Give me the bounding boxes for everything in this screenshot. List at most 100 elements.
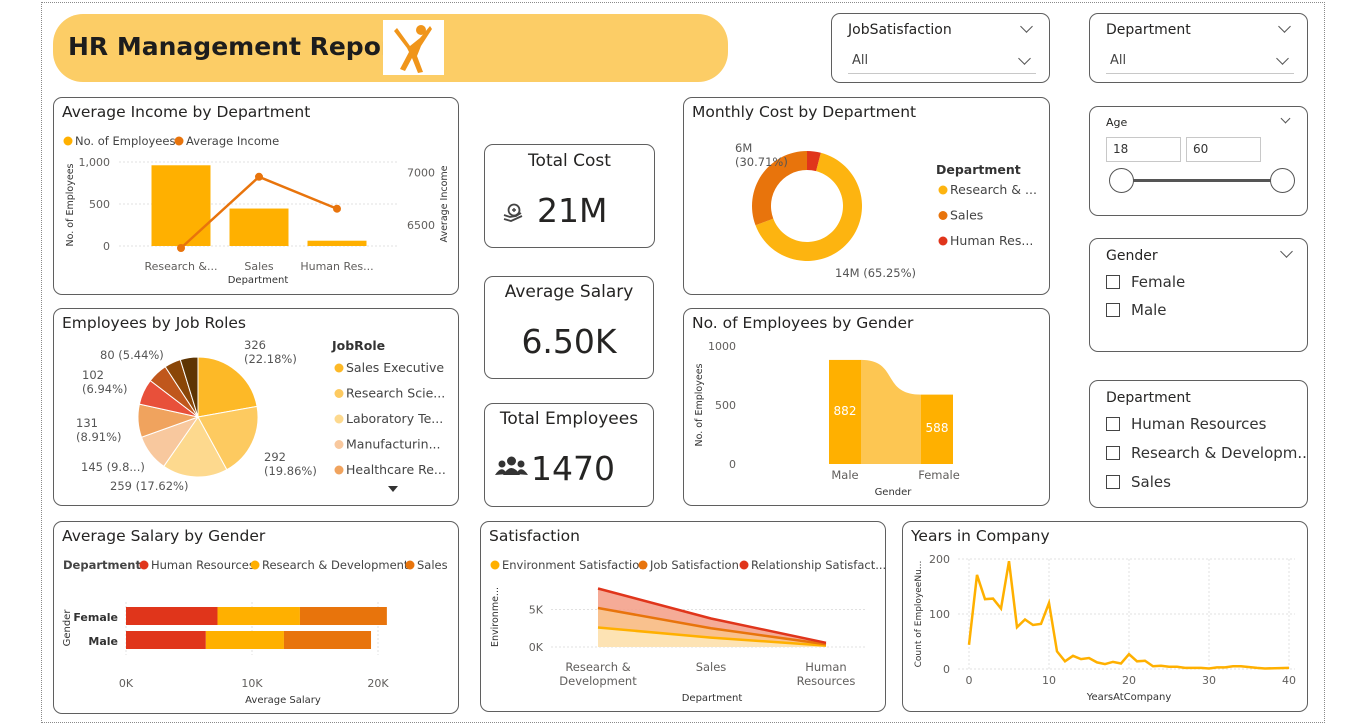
age-max-value: 60: [1193, 142, 1209, 156]
x-tick-label: 10: [1042, 674, 1056, 687]
age-max-input[interactable]: 60: [1186, 137, 1261, 162]
legend-label: Sales Executive: [346, 360, 444, 375]
x-tick-label: 40: [1282, 674, 1296, 687]
chevron-down-icon: [1018, 52, 1031, 65]
slice-data-label: 131: [76, 416, 98, 430]
chevron-down-icon[interactable]: [1020, 20, 1033, 33]
x-tick-label: 20K: [367, 677, 389, 690]
checkbox[interactable]: [1106, 303, 1120, 317]
x-axis-label: YearsAtCompany: [1086, 692, 1172, 703]
gender-slicer[interactable]: Gender Female Male: [1089, 238, 1308, 352]
y2-tick-label: 6500: [407, 219, 435, 232]
legend-label: Human Resources: [151, 558, 255, 572]
y-tick-label: 500: [715, 399, 736, 412]
legend-label-marker: [334, 363, 344, 373]
avg-salary-value: 6.50K: [521, 322, 617, 361]
page-title: HR Management Report: [68, 32, 406, 61]
chevron-down-icon[interactable]: [1280, 113, 1291, 124]
legend-label: Sales: [417, 558, 448, 572]
jobsatisfaction-dropdown[interactable]: All: [848, 48, 1036, 74]
age-slicer[interactable]: Age 18 60: [1089, 106, 1308, 216]
checkbox[interactable]: [1106, 275, 1120, 289]
bar-segment: [126, 607, 218, 625]
slice-data-label: 292: [264, 450, 286, 464]
bar-segment: [283, 631, 372, 649]
slice-data-label: 326: [244, 338, 266, 352]
age-slider-min-handle[interactable]: [1109, 168, 1134, 193]
slice-data-label: (8.91%): [76, 430, 122, 444]
y-tick-label: 500: [89, 198, 110, 211]
department-slicer[interactable]: Department All: [1089, 13, 1308, 83]
point-avg-income: [177, 243, 185, 252]
years-card: Years in Company 200 100 0 0 10 20 30 40 YearsAt…: [902, 521, 1308, 712]
y-tick-label: 0: [729, 458, 736, 471]
age-slider-max-handle[interactable]: [1270, 168, 1295, 193]
age-min-value: 18: [1113, 142, 1129, 156]
people-icon: [495, 456, 528, 475]
monthly-cost-chart: 6M(30.71%) 14M (65.25%) Department Research…: [735, 141, 1037, 280]
job-roles-card: Employees by Job Roles 326 (22.18%) 292 (19…: [53, 308, 459, 506]
data-label: 882: [834, 404, 857, 418]
x-axis-label: Department: [682, 693, 743, 704]
x-tick-label: Sales: [696, 660, 727, 674]
legend-label: Laboratory Te...: [346, 411, 443, 426]
y-tick-label: Male: [88, 635, 118, 648]
slice-data-label: 145 (9.8...): [81, 460, 145, 474]
data-label: 588: [926, 421, 949, 435]
ribbon-connector: [861, 359, 921, 464]
dropdown-value: All: [1110, 53, 1127, 68]
legend-title: Department: [936, 162, 1021, 177]
y-axis-label: No. of Employees: [694, 363, 705, 446]
kpi-label: Total Cost: [528, 151, 611, 171]
legend-label-marker: [938, 185, 948, 195]
slice-data-label: 80 (5.44%): [100, 348, 164, 362]
y-tick-label: 100: [929, 608, 950, 621]
x-tick-label: Research &: [565, 660, 630, 674]
option-label: Male: [1131, 301, 1167, 319]
department-list-slicer[interactable]: Department Human Resources Research & De…: [1089, 380, 1308, 508]
checkbox[interactable]: [1106, 417, 1120, 431]
x-tick-label: Male: [831, 468, 858, 482]
checkbox[interactable]: [1106, 475, 1120, 489]
legend-label-marker: [250, 560, 260, 570]
dropdown-value: All: [852, 53, 869, 68]
checkbox[interactable]: [1106, 446, 1120, 460]
bar-employees: [307, 240, 367, 246]
y2-tick-label: 7000: [407, 167, 435, 180]
age-slider-track[interactable]: [1121, 179, 1283, 182]
x-axis-label: Average Salary: [245, 695, 321, 706]
kpi-label: Average Salary: [504, 282, 634, 302]
department-dropdown[interactable]: All: [1106, 48, 1294, 74]
y-axis-label: Count of EmployeeNu...: [914, 561, 924, 668]
person-logo-icon: [383, 20, 444, 75]
chevron-down-icon[interactable]: [1280, 245, 1293, 258]
gender-count-card: No. of Employees by Gender 1000 500 0 882 58…: [683, 308, 1050, 506]
bar-segment: [217, 607, 300, 625]
slice-data-label: 259 (17.62%): [110, 479, 188, 493]
legend-label: Relationship Satisfact...: [751, 558, 886, 572]
y2-axis-label: Average Income: [439, 165, 450, 242]
y-tick-label: 0: [943, 663, 950, 676]
y-tick-label: 1000: [708, 340, 736, 353]
years-chart: 200 100 0 0 10 20 30 40 YearsAtCompany Count of E…: [914, 553, 1296, 703]
legend-label-marker: [334, 389, 344, 398]
legend-label: Research & ...: [950, 182, 1037, 197]
slice-data-label: 6M: [735, 141, 752, 155]
x-tick-label: Resources: [797, 674, 856, 688]
x-tick-label: 10K: [241, 677, 263, 690]
chevron-down-icon[interactable]: [1278, 20, 1291, 33]
avg-income-chart: No. of Employees Average Income 1,000 500 0 7…: [63, 134, 450, 286]
y-axis-label: Environme...: [490, 587, 501, 647]
slice-data-label: (22.18%): [244, 352, 297, 366]
x-tick-label: 30: [1202, 674, 1216, 687]
y-tick-label: 0: [103, 240, 110, 253]
legend-label: Sales: [950, 208, 983, 223]
legend-label-marker: [938, 236, 948, 246]
jobsatisfaction-slicer[interactable]: JobSatisfaction All: [831, 13, 1050, 83]
total-cost-value: 21M: [537, 191, 608, 230]
y-axis-label: No. of Employees: [65, 163, 76, 246]
legend-label: Human Res...: [950, 233, 1033, 248]
satisfaction-card: Satisfaction Environment Satisfaction Job…: [480, 521, 886, 712]
age-min-input[interactable]: 18: [1106, 137, 1181, 162]
y-tick-label: 200: [929, 553, 950, 566]
